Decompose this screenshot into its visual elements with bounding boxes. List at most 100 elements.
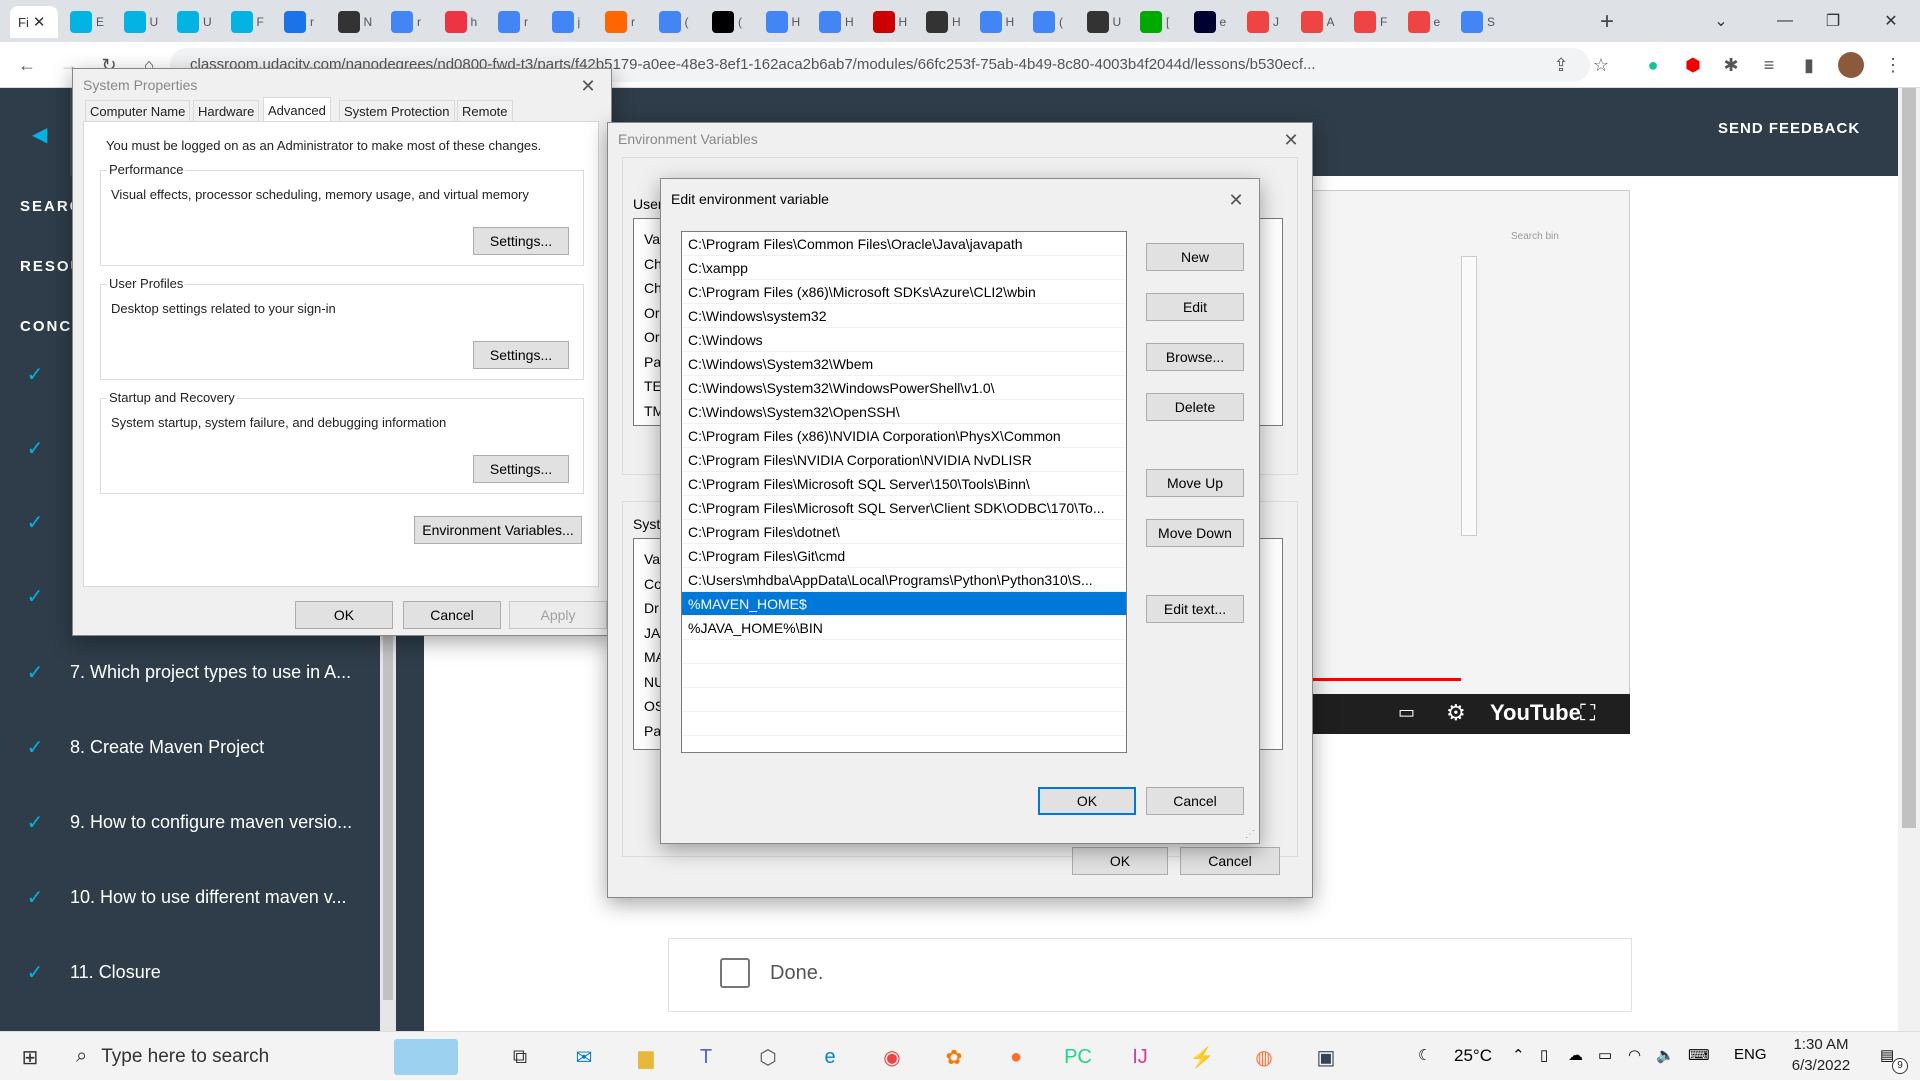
fullscreen-icon[interactable]: ⛶ — [1580, 700, 1595, 726]
browser-tab[interactable]: ( — [1033, 6, 1073, 38]
browser-tab[interactable]: e — [1193, 6, 1234, 38]
teams-icon[interactable]: T — [688, 1039, 724, 1075]
lesson-item[interactable]: ✓ 9. How to configure maven versio... — [0, 802, 380, 842]
browser-tab[interactable]: N — [337, 6, 378, 38]
browser-tab-active[interactable]: Fi ✕ — [10, 6, 58, 38]
path-entry[interactable]: C:\Windows\System32\OpenSSH\ — [682, 400, 1126, 424]
browser-tab[interactable]: F — [230, 6, 271, 38]
restore-icon[interactable]: ❐ — [1808, 0, 1858, 42]
xampp-icon[interactable]: ✿ — [936, 1039, 972, 1075]
profiles-settings-button[interactable]: Settings... — [473, 341, 569, 369]
search-highlight-icon[interactable] — [394, 1039, 458, 1075]
file-explorer-icon[interactable]: ▆ — [628, 1039, 664, 1075]
path-entry[interactable]: C:\Users\mhdba\AppData\Local\Programs\Py… — [682, 568, 1126, 592]
path-entry[interactable]: C:\Program Files\Common Files\Oracle\Jav… — [682, 232, 1126, 256]
browser-tab[interactable]: A — [1300, 6, 1341, 38]
browser-tab[interactable]: E — [70, 6, 110, 38]
browser-tab[interactable]: r — [391, 6, 431, 38]
pycharm-icon[interactable]: PC — [1060, 1039, 1096, 1075]
tab-remote[interactable]: Remote — [457, 100, 513, 122]
apply-button[interactable]: Apply — [509, 601, 607, 629]
volume-icon[interactable]: 🔈 — [1656, 1046, 1675, 1064]
profile-avatar[interactable] — [1838, 52, 1864, 78]
cancel-button[interactable]: Cancel — [403, 601, 501, 629]
browser-tab[interactable]: F — [1354, 6, 1394, 38]
page-scroll-thumb[interactable] — [1902, 88, 1916, 828]
app-bolt-icon[interactable]: ⚡ — [1184, 1039, 1220, 1075]
postman-icon[interactable]: ● — [998, 1039, 1034, 1075]
clock[interactable]: 1:30 AM 6/3/2022 — [1786, 1036, 1856, 1074]
tab-computer-name[interactable]: Computer Name — [85, 100, 191, 122]
ok-button[interactable]: OK — [295, 601, 393, 629]
path-entry-empty[interactable] — [682, 688, 1126, 712]
path-entry[interactable]: C:\Program Files\NVIDIA Corporation\NVID… — [682, 448, 1126, 472]
cancel-button[interactable]: Cancel — [1180, 847, 1280, 875]
tab-hardware[interactable]: Hardware — [193, 100, 260, 122]
3d-viewer-icon[interactable]: ⬡ — [750, 1039, 786, 1075]
language-indicator[interactable]: ENG — [1734, 1046, 1767, 1063]
new-button[interactable]: New — [1146, 243, 1244, 271]
browser-tab[interactable]: U — [1086, 6, 1127, 38]
browser-tab[interactable]: [ — [1140, 6, 1180, 38]
startup-settings-button[interactable]: Settings... — [473, 455, 569, 483]
browser-tab[interactable]: S — [1461, 6, 1501, 38]
performance-settings-button[interactable]: Settings... — [473, 227, 569, 255]
user-var-row[interactable]: Or — [644, 305, 660, 321]
browser-tab[interactable]: r — [498, 6, 538, 38]
delete-button[interactable]: Delete — [1146, 393, 1244, 421]
firefox-icon[interactable]: ◍ — [1246, 1039, 1282, 1075]
video-progress[interactable] — [1311, 678, 1461, 681]
minimize-icon[interactable]: — — [1760, 0, 1810, 42]
taskbar-search-box[interactable]: ⌕ Type here to search — [60, 1032, 390, 1081]
back-icon[interactable]: ← — [14, 52, 40, 78]
browser-tab[interactable]: H — [979, 6, 1020, 38]
close-icon[interactable]: ✕ — [573, 73, 603, 99]
path-entry[interactable]: C:\Program Files\dotnet\ — [682, 520, 1126, 544]
browser-tab[interactable]: h — [444, 6, 485, 38]
browser-tab[interactable]: H — [872, 6, 913, 38]
new-tab-button[interactable]: + — [1600, 6, 1614, 38]
grammarly-icon[interactable]: ● — [1640, 52, 1666, 78]
video-player[interactable]: Search bin — [1310, 190, 1630, 732]
path-entry[interactable]: C:\Program Files\Git\cmd — [682, 544, 1126, 568]
browse-button[interactable]: Browse... — [1146, 343, 1244, 371]
path-entry[interactable]: C:\Windows — [682, 328, 1126, 352]
side-panel-icon[interactable]: ▮ — [1796, 52, 1822, 78]
edit-button[interactable]: Edit — [1146, 293, 1244, 321]
user-var-row[interactable]: Va — [644, 231, 660, 247]
tray-device-icon[interactable]: ▯ — [1540, 1046, 1548, 1064]
captions-icon[interactable]: ▭ — [1398, 702, 1415, 723]
sidebar-concepts-header[interactable]: CONC — [20, 318, 72, 335]
tab-system-protection[interactable]: System Protection — [339, 100, 455, 122]
path-entry[interactable]: %JAVA_HOME%\BIN — [682, 616, 1126, 640]
task-view-icon[interactable]: ⧉ — [502, 1039, 538, 1075]
path-entry[interactable]: C:\Windows\System32\WindowsPowerShell\v1… — [682, 376, 1126, 400]
user-var-row[interactable]: Or — [644, 329, 660, 345]
path-entry[interactable]: %MAVEN_HOME$ — [682, 592, 1126, 616]
system-var-row[interactable]: Pa — [644, 723, 661, 739]
share-icon[interactable]: ⇪ — [1548, 52, 1574, 78]
path-entry[interactable]: C:\xampp — [682, 256, 1126, 280]
youtube-logo[interactable]: YouTube — [1490, 700, 1581, 726]
browser-tab[interactable]: j — [551, 6, 592, 38]
path-entry[interactable]: C:\Windows\system32 — [682, 304, 1126, 328]
close-window-icon[interactable]: ✕ — [1866, 0, 1916, 42]
user-var-row[interactable]: Pa — [644, 354, 661, 370]
onedrive-icon[interactable]: ☁ — [1568, 1046, 1583, 1064]
path-entry[interactable]: C:\Program Files\Microsoft SQL Server\Cl… — [682, 496, 1126, 520]
chrome-icon[interactable]: ◉ — [874, 1039, 910, 1075]
intellij-icon[interactable]: IJ — [1122, 1039, 1158, 1075]
start-windows-icon[interactable]: ⊞ — [12, 1039, 48, 1075]
adblock-icon[interactable]: ⬢ — [1680, 52, 1706, 78]
move-down-button[interactable]: Move Down — [1146, 519, 1244, 547]
close-icon[interactable]: ✕ — [1221, 187, 1251, 213]
weather-icon[interactable]: ☾ — [1418, 1046, 1431, 1064]
browser-tab[interactable]: H — [926, 6, 966, 38]
environment-variables-button[interactable]: Environment Variables... — [414, 516, 582, 544]
lesson-item[interactable]: ✓ 8. Create Maven Project — [0, 727, 380, 767]
battery-icon[interactable]: ▭ — [1598, 1046, 1612, 1064]
cancel-button[interactable]: Cancel — [1146, 787, 1244, 815]
lesson-item[interactable]: ✓ 10. How to use different maven v... — [0, 877, 380, 917]
ok-button[interactable]: OK — [1072, 847, 1168, 875]
browser-tab[interactable]: U — [123, 6, 164, 38]
